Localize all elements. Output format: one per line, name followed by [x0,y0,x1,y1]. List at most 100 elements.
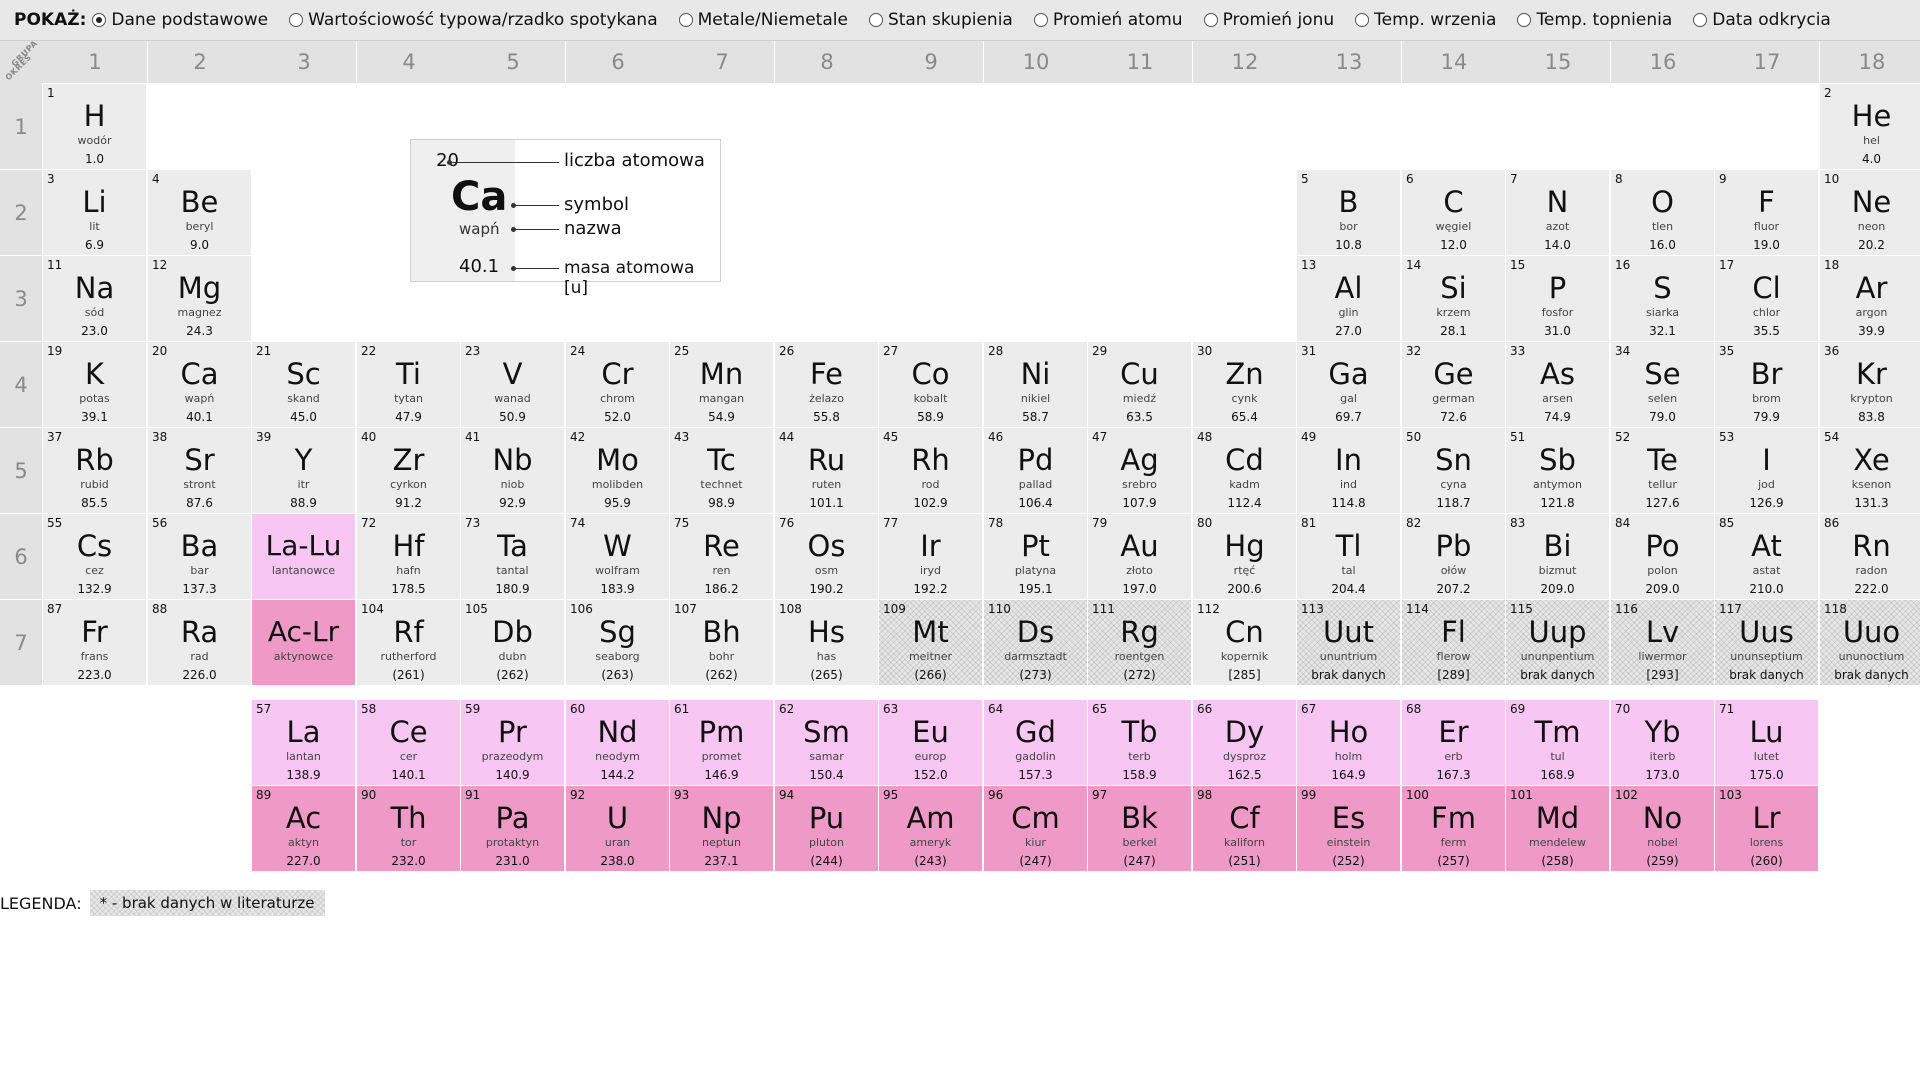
element-cell-am[interactable]: 95 Am ameryk (243) [879,786,983,872]
element-cell-fm[interactable]: 100 Fm ferm (257) [1402,786,1506,872]
element-cell-tc[interactable]: 43 Tc technet 98.9 [670,428,774,514]
radio-icon[interactable] [1517,13,1532,27]
element-cell-rn[interactable]: 86 Rn radon 222.0 [1820,514,1920,600]
element-cell-ho[interactable]: 67 Ho holm 164.9 [1297,700,1401,786]
element-cell-hg[interactable]: 80 Hg rtęć 200.6 [1193,514,1297,600]
element-cell-p[interactable]: 15 Pfosfor 31.0 [1506,256,1610,342]
element-cell-uup[interactable]: 115 Uup ununpentium brak danych [1506,600,1610,686]
option-2[interactable]: Wartościowość typowa/rzadko spotykana [289,10,658,30]
element-cell-se[interactable]: 34 Se selen 79.0 [1611,342,1715,428]
option-9[interactable]: Data odkrycia [1693,10,1831,30]
element-cell-bh[interactable]: 107 Bh bohr (262) [670,600,774,686]
option-7[interactable]: Temp. wrzenia [1355,10,1496,30]
element-cell-cd[interactable]: 48 Cd kadm 112.4 [1193,428,1297,514]
element-cell-sm[interactable]: 62 Sm samar 150.4 [775,700,879,786]
element-cell-u[interactable]: 92 Uuran 238.0 [566,786,670,872]
element-cell-ds[interactable]: 110 Ds darmsztadt (273) [984,600,1088,686]
element-cell-pd[interactable]: 46 Pd pallad 106.4 [984,428,1088,514]
element-cell-lu[interactable]: 71 Lu lutet 175.0 [1715,700,1819,786]
element-cell-ta[interactable]: 73 Ta tantal 180.9 [461,514,565,600]
element-cell-f[interactable]: 9 Ffluor 19.0 [1715,170,1819,256]
element-cell-ge[interactable]: 32 Ge german 72.6 [1402,342,1506,428]
radio-icon[interactable] [92,13,107,27]
element-cell-ca[interactable]: 20 Ca wapń 40.1 [148,342,252,428]
element-cell-bi[interactable]: 83 Bi bizmut 209.0 [1506,514,1610,600]
element-cell-pa[interactable]: 91 Pa protaktyn 231.0 [461,786,565,872]
element-cell-ra[interactable]: 88 Ra rad 226.0 [148,600,252,686]
element-cell-nd[interactable]: 60 Nd neodym 144.2 [566,700,670,786]
radio-icon[interactable] [1693,13,1708,27]
element-cell-ce[interactable]: 58 Ce cer 140.1 [357,700,461,786]
element-cell-pb[interactable]: 82 Pb ołów 207.2 [1402,514,1506,600]
radio-icon[interactable] [1355,13,1370,27]
element-cell-si[interactable]: 14 Si krzem 28.1 [1402,256,1506,342]
element-cell-ru[interactable]: 44 Ru ruten 101.1 [775,428,879,514]
element-cell-k[interactable]: 19 Kpotas 39.1 [43,342,147,428]
element-cell-fr[interactable]: 87 Fr frans 223.0 [43,600,147,686]
element-cell-uuo[interactable]: 118 Uuo ununoctium brak danych [1820,600,1920,686]
element-cell-mg[interactable]: 12 Mg magnez 24.3 [148,256,252,342]
element-cell-bk[interactable]: 97 Bk berkel (247) [1088,786,1192,872]
element-cell-pt[interactable]: 78 Pt platyna 195.1 [984,514,1088,600]
element-cell-cr[interactable]: 24 Cr chrom 52.0 [566,342,670,428]
option-3[interactable]: Metale/Niemetale [678,10,848,30]
element-cell-cl[interactable]: 17 Cl chlor 35.5 [1715,256,1819,342]
element-cell-cn[interactable]: 112 Cn kopernik [285] [1193,600,1297,686]
radio-icon[interactable] [678,13,693,27]
element-cell-dy[interactable]: 66 Dy dysproz 162.5 [1193,700,1297,786]
element-cell-no[interactable]: 102 No nobel (259) [1611,786,1715,872]
element-cell-li[interactable]: 3 Li lit 6.9 [43,170,147,256]
option-5[interactable]: Promień atomu [1033,10,1183,30]
element-cell-tm[interactable]: 69 Tm tul 168.9 [1506,700,1610,786]
element-cell-kr[interactable]: 36 Kr krypton 83.8 [1820,342,1920,428]
element-cell-at[interactable]: 85 At astat 210.0 [1715,514,1819,600]
element-cell-sb[interactable]: 51 Sb antymon 121.8 [1506,428,1610,514]
element-cell-o[interactable]: 8 Otlen 16.0 [1611,170,1715,256]
element-cell-rg[interactable]: 111 Rg roentgen (272) [1088,600,1192,686]
element-cell-al[interactable]: 13 Al glin 27.0 [1297,256,1401,342]
element-cell-sr[interactable]: 38 Sr stront 87.6 [148,428,252,514]
element-cell-eu[interactable]: 63 Eu europ 152.0 [879,700,983,786]
element-cell-na[interactable]: 11 Na sód 23.0 [43,256,147,342]
element-cell-ac[interactable]: 89 Ac aktyn 227.0 [252,786,356,872]
element-cell-rh[interactable]: 45 Rh rod 102.9 [879,428,983,514]
element-cell-be[interactable]: 4 Be beryl 9.0 [148,170,252,256]
element-cell-s[interactable]: 16 Ssiarka 32.1 [1611,256,1715,342]
radio-icon[interactable] [289,13,304,27]
element-cell-hs[interactable]: 108 Hs has (265) [775,600,879,686]
element-cell-zr[interactable]: 40 Zr cyrkon 91.2 [357,428,461,514]
element-cell-tl[interactable]: 81 Tl tal 204.4 [1297,514,1401,600]
element-cell-as[interactable]: 33 As arsen 74.9 [1506,342,1610,428]
element-cell-cu[interactable]: 29 Cu miedź 63.5 [1088,342,1192,428]
element-cell-ti[interactable]: 22 Ti tytan 47.9 [357,342,461,428]
element-cell-cs[interactable]: 55 Cs cez 132.9 [43,514,147,600]
element-cell-ne[interactable]: 10 Ne neon 20.2 [1820,170,1920,256]
element-cell-ac-lr[interactable]: Ac-Lr aktynowce [252,600,356,686]
element-cell-lv[interactable]: 116 Lv liwermor [293] [1611,600,1715,686]
element-cell-sn[interactable]: 50 Sn cyna 118.7 [1402,428,1506,514]
element-cell-ir[interactable]: 77 Ir iryd 192.2 [879,514,983,600]
element-cell-pu[interactable]: 94 Pu pluton (244) [775,786,879,872]
element-cell-nb[interactable]: 41 Nb niob 92.9 [461,428,565,514]
element-cell-h[interactable]: 1 Hwodór 1.0 [43,84,147,170]
element-cell-in[interactable]: 49 In ind 114.8 [1297,428,1401,514]
element-cell-mn[interactable]: 25 Mn mangan 54.9 [670,342,774,428]
element-cell-gd[interactable]: 64 Gd gadolin 157.3 [984,700,1088,786]
element-cell-mt[interactable]: 109 Mt meitner (266) [879,600,983,686]
element-cell-hf[interactable]: 72 Hf hafn 178.5 [357,514,461,600]
element-cell-ag[interactable]: 47 Ag srebro 107.9 [1088,428,1192,514]
option-8[interactable]: Temp. topnienia [1517,10,1672,30]
element-cell-pm[interactable]: 61 Pm promet 146.9 [670,700,774,786]
element-cell-uut[interactable]: 113 Uut ununtrium brak danych [1297,600,1401,686]
element-cell-ni[interactable]: 28 Ni nikiel 58.7 [984,342,1088,428]
element-cell-es[interactable]: 99 Es einstein (252) [1297,786,1401,872]
element-cell-re[interactable]: 75 Re ren 186.2 [670,514,774,600]
element-cell-co[interactable]: 27 Co kobalt 58.9 [879,342,983,428]
element-cell-md[interactable]: 101 Md mendelew (258) [1506,786,1610,872]
element-cell-rf[interactable]: 104 Rf rutherford (261) [357,600,461,686]
element-cell-th[interactable]: 90 Th tor 232.0 [357,786,461,872]
element-cell-yb[interactable]: 70 Yb iterb 173.0 [1611,700,1715,786]
option-4[interactable]: Stan skupienia [868,10,1013,30]
element-cell-ar[interactable]: 18 Ar argon 39.9 [1820,256,1920,342]
element-cell-uus[interactable]: 117 Uus ununseptium brak danych [1715,600,1819,686]
